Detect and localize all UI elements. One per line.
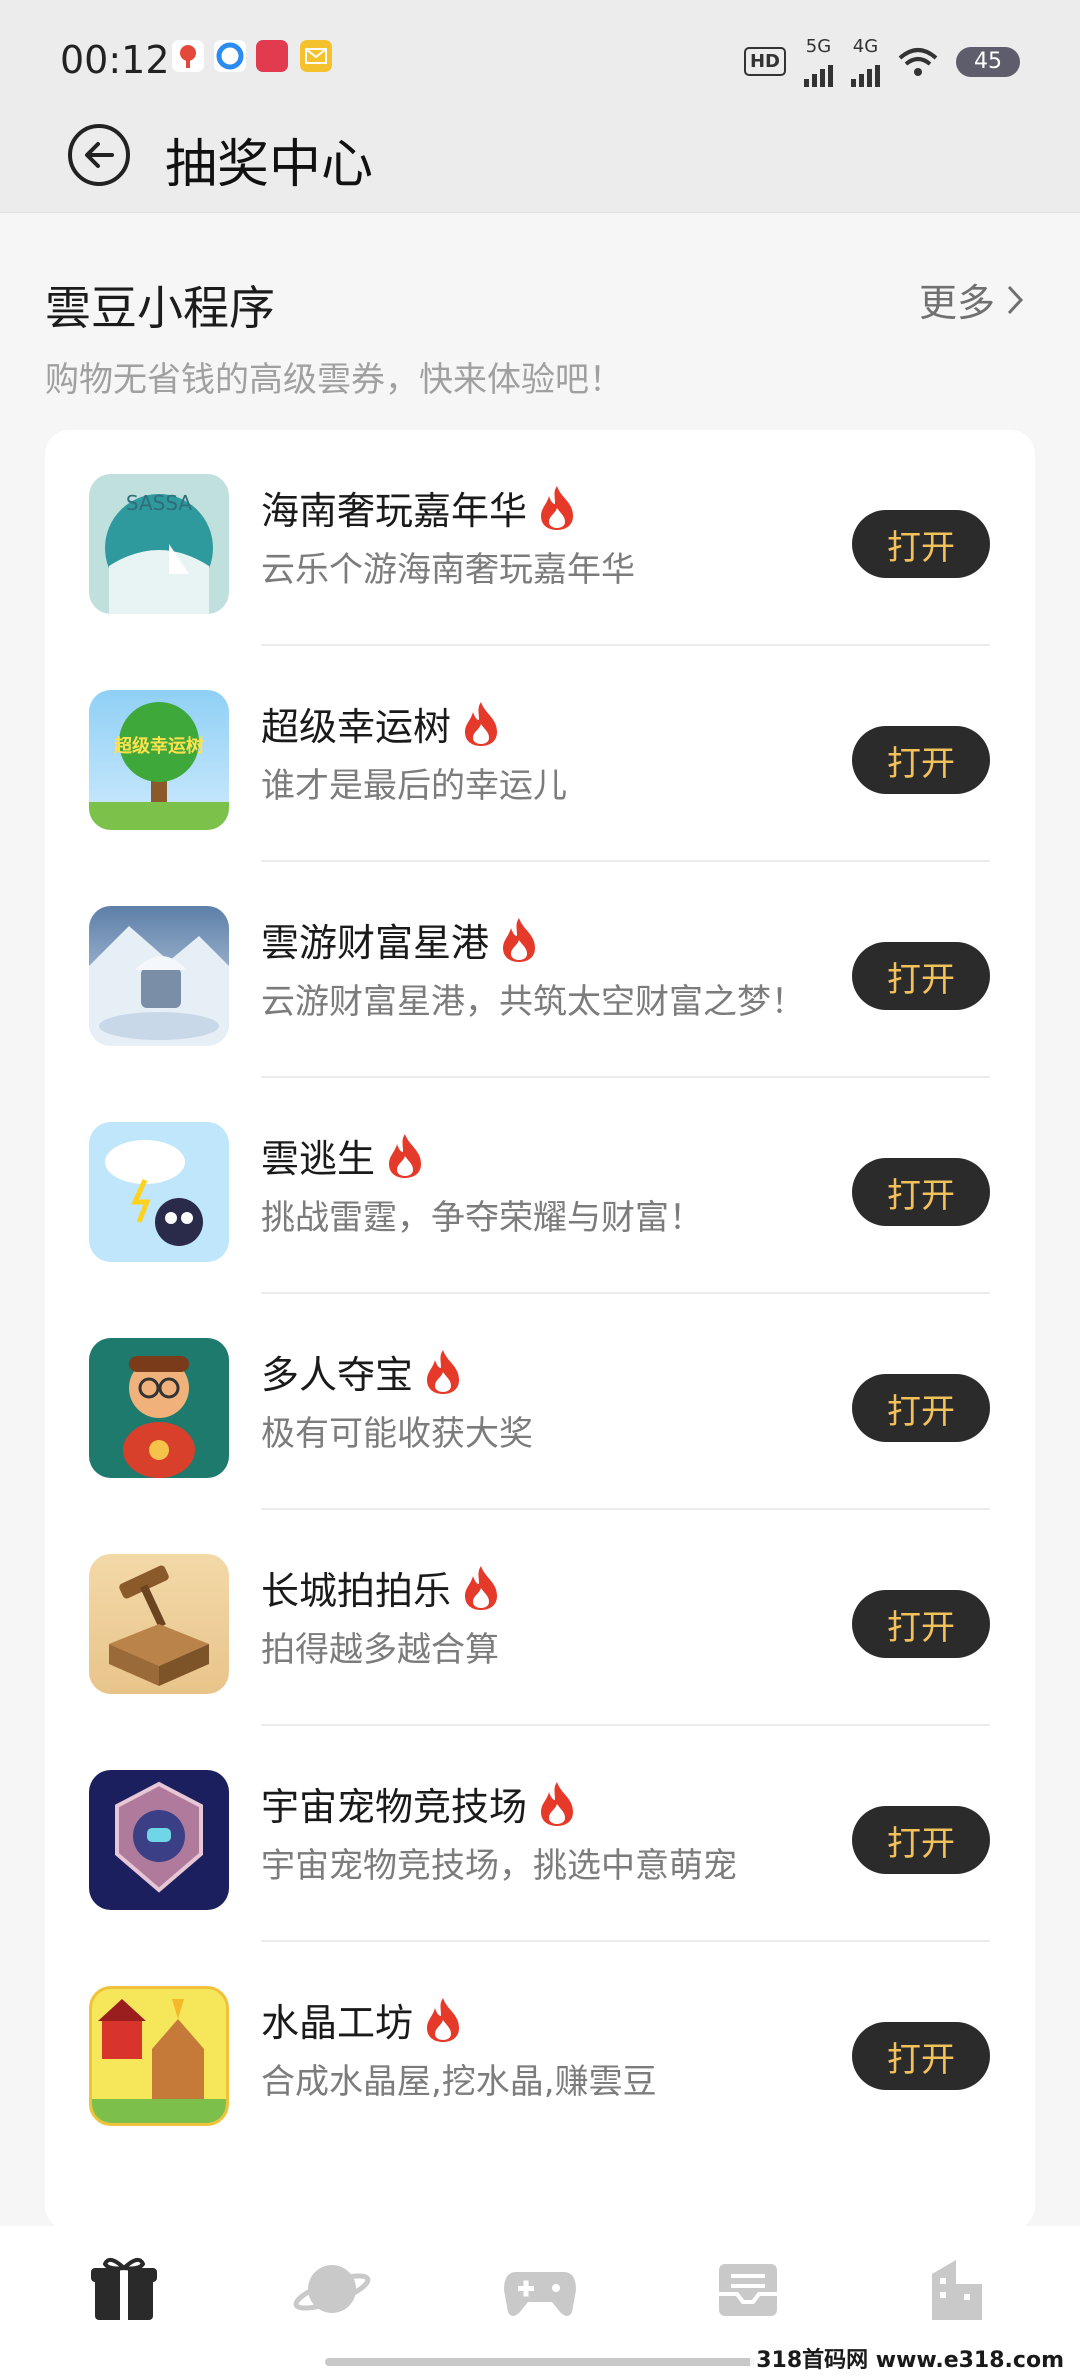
open-button[interactable]: 打开 [852, 1158, 990, 1226]
app-name: 长城拍拍乐 [261, 1560, 501, 1615]
mail-notification-icon [300, 40, 332, 72]
list-item[interactable]: 超级幸运树 超级幸运树 谁才是最后的幸运儿 打开 [45, 646, 1035, 862]
app-name-text: 水晶工坊 [261, 2001, 414, 2045]
app-name-text: 超级幸运树 [261, 705, 452, 749]
app-name: 雲逃生 [261, 1128, 425, 1183]
app-description: 云乐个游海南奢玩嘉年华 [261, 550, 635, 590]
building-icon [932, 2260, 982, 2320]
pet-arena-badge-icon [89, 1770, 229, 1910]
list-item[interactable]: 长城拍拍乐 拍得越多越合算 打开 [45, 1510, 1035, 1726]
home-indicator[interactable] [325, 2358, 755, 2366]
mini-program-list: SASSA 海南奢玩嘉年华 云乐个游海南奢玩嘉年华 打开 超级幸运树 超级幸运树… [45, 430, 1035, 2230]
auction-hammer-icon [89, 1554, 229, 1694]
open-button[interactable]: 打开 [852, 726, 990, 794]
lucky-tree-icon-text: 超级幸运树 [114, 735, 204, 757]
app-name: 雲游财富星港 [261, 912, 539, 967]
net-4g-label: 4G [852, 36, 879, 57]
app-name: 海南奢玩嘉年华 [261, 480, 577, 535]
list-item[interactable]: 雲逃生 挑战雷霆，争夺荣耀与财富！ 打开 [45, 1078, 1035, 1294]
app-name-text: 宇宙宠物竞技场 [261, 1785, 528, 1829]
status-time: 00:12 [60, 38, 170, 82]
net-5g-label: 5G [805, 36, 832, 57]
lucky-tree-icon: 超级幸运树 [89, 690, 229, 830]
shopping-notification-icon [256, 40, 288, 72]
arrow-left-icon [85, 142, 114, 168]
sassa-icon: SASSA [89, 474, 229, 614]
status-bar: 00:12 HD 5G 4G 45 [0, 0, 1080, 110]
signal-5g-icon: 5G [804, 36, 833, 87]
app-name-text: 雲逃生 [261, 1137, 376, 1181]
nav-building[interactable] [911, 2244, 1001, 2334]
more-label: 更多 [918, 281, 995, 325]
fire-icon [541, 1781, 574, 1826]
app-name-text: 长城拍拍乐 [261, 1569, 452, 1613]
fire-icon [465, 701, 498, 746]
fire-icon [541, 485, 574, 530]
inbox-icon [719, 2264, 777, 2316]
open-button[interactable]: 打开 [852, 942, 990, 1010]
status-right: HD 5G 4G 45 [743, 36, 1020, 87]
fire-icon [503, 917, 536, 962]
app-name-text: 海南奢玩嘉年华 [261, 489, 528, 533]
back-button[interactable] [68, 124, 130, 186]
nav-gift[interactable] [79, 2244, 169, 2334]
app-name-text: 多人夺宝 [261, 1353, 414, 1397]
app-description: 挑战雷霆，争夺荣耀与财富！ [261, 1198, 703, 1238]
gift-icon [91, 2257, 157, 2320]
planet-icon [293, 2265, 371, 2313]
app-description: 谁才是最后的幸运儿 [261, 766, 567, 806]
hd-badge: HD [743, 47, 786, 76]
watermark-text: 318首码网 www.e318.com [750, 2340, 1070, 2376]
fire-icon [427, 1997, 460, 2042]
nav-inbox[interactable] [703, 2244, 793, 2334]
app-name: 水晶工坊 [261, 1992, 463, 2047]
list-item[interactable]: 水晶工坊 合成水晶屋,挖水晶,赚雲豆 打开 [45, 1942, 1035, 2158]
fire-icon [465, 1565, 498, 1610]
chevron-right-icon [1007, 285, 1024, 314]
snow-house-icon [89, 906, 229, 1046]
fire-icon [427, 1349, 460, 1394]
list-item[interactable]: 多人夺宝 极有可能收获大奖 打开 [45, 1294, 1035, 1510]
crystal-workshop-icon [89, 1986, 229, 2126]
browser-notification-icon [214, 40, 246, 72]
app-description: 云游财富星港，共筑太空财富之梦！ [261, 982, 805, 1022]
open-button[interactable]: 打开 [852, 1806, 990, 1874]
app-name: 多人夺宝 [261, 1344, 463, 1399]
section-subtitle: 购物无省钱的高级雲券，快来体验吧！ [45, 360, 623, 400]
more-link[interactable]: 更多 [919, 272, 1025, 327]
nav-game[interactable] [495, 2244, 585, 2334]
fire-icon [389, 1133, 422, 1178]
storm-cloud-icon [89, 1122, 229, 1262]
app-description: 极有可能收获大奖 [261, 1414, 533, 1454]
sassa-icon-text: SASSA [126, 491, 193, 515]
open-button[interactable]: 打开 [852, 510, 990, 578]
nav-planet[interactable] [287, 2244, 377, 2334]
open-button[interactable]: 打开 [852, 1374, 990, 1442]
section-title: 雲豆小程序 [45, 281, 275, 335]
wifi-icon [898, 47, 938, 76]
app-name: 宇宙宠物竞技场 [261, 1776, 577, 1831]
treasure-man-icon [89, 1338, 229, 1478]
battery-indicator: 45 [956, 46, 1020, 77]
list-item[interactable]: 宇宙宠物竞技场 宇宙宠物竞技场，挑选中意萌宠 打开 [45, 1726, 1035, 1942]
app-description: 宇宙宠物竞技场，挑选中意萌宠 [261, 1846, 737, 1886]
open-button[interactable]: 打开 [852, 1590, 990, 1658]
app-name-text: 雲游财富星港 [261, 921, 490, 965]
signal-4g-icon: 4G [851, 36, 880, 87]
page-title: 抽奖中心 [165, 135, 374, 195]
map-pin-notification-icon [172, 40, 204, 72]
app-description: 拍得越多越合算 [261, 1630, 499, 1670]
open-button[interactable]: 打开 [852, 2022, 990, 2090]
gamepad-icon [504, 2272, 576, 2316]
list-item[interactable]: 雲游财富星港 云游财富星港，共筑太空财富之梦！ 打开 [45, 862, 1035, 1078]
page-header: 抽奖中心 [0, 110, 1080, 213]
list-item[interactable]: SASSA 海南奢玩嘉年华 云乐个游海南奢玩嘉年华 打开 [45, 430, 1035, 646]
app-name: 超级幸运树 [261, 696, 501, 751]
app-description: 合成水晶屋,挖水晶,赚雲豆 [261, 2062, 657, 2102]
